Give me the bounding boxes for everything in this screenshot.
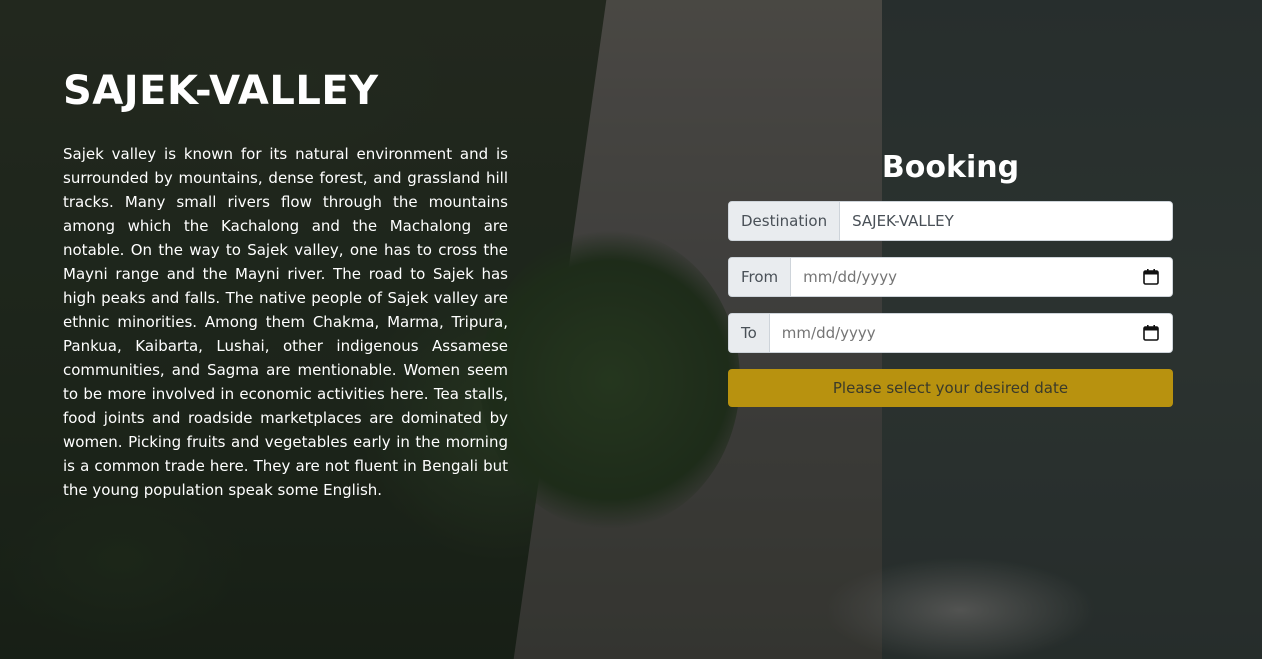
booking-title: Booking bbox=[881, 150, 1020, 185]
to-date-wrapper bbox=[769, 314, 1172, 352]
destination-description: Sajek valley is known for its natural en… bbox=[63, 145, 508, 499]
destination-input[interactable] bbox=[852, 212, 1160, 230]
select-date-button[interactable]: Please select your desired date bbox=[728, 369, 1173, 407]
from-date-group: From bbox=[728, 257, 1173, 297]
from-date-input[interactable] bbox=[803, 268, 1142, 286]
to-date-group: To bbox=[728, 313, 1173, 353]
destination-group: Destination bbox=[728, 201, 1173, 241]
destination-label: Destination bbox=[729, 202, 841, 240]
calendar-icon[interactable] bbox=[1142, 324, 1160, 342]
from-date-wrapper bbox=[791, 258, 1172, 296]
from-label: From bbox=[729, 258, 792, 296]
booking-form: Booking Destination From To bbox=[728, 150, 1173, 407]
calendar-icon[interactable] bbox=[1142, 268, 1160, 286]
to-date-input[interactable] bbox=[781, 324, 1142, 342]
to-label: To bbox=[729, 314, 770, 352]
destination-field-wrapper bbox=[840, 202, 1172, 240]
page-title: SAJEK-VALLEY bbox=[63, 68, 379, 114]
